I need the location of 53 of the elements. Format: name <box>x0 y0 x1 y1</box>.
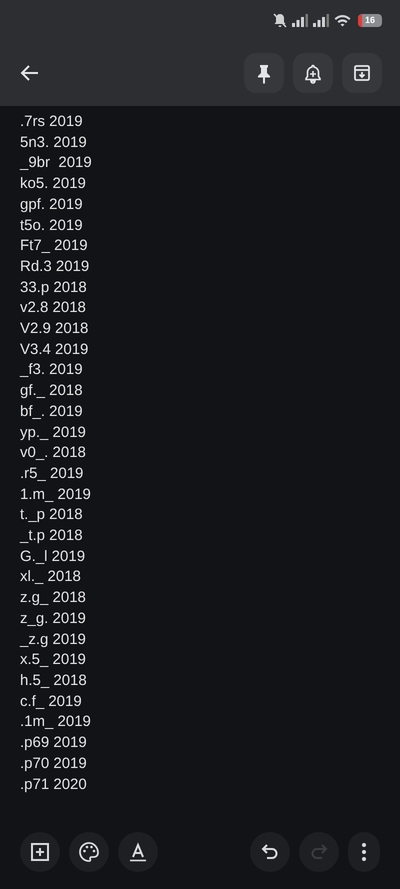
note-line: Ft7_ 2019 <box>20 236 89 256</box>
text-format-button[interactable] <box>118 832 158 872</box>
back-icon <box>20 64 40 82</box>
note-line: yp._ 2019 <box>20 422 87 443</box>
reminder-button[interactable] <box>293 53 333 93</box>
note-line: _t.p 2018 <box>20 526 84 546</box>
note-line: bf_. 2019 <box>20 402 84 422</box>
note-line: .1m_ 2019 <box>20 712 92 732</box>
note-line: t5o. 2019 <box>20 216 84 236</box>
note-line: _z.g 2019 <box>20 630 87 650</box>
signal-icon <box>313 14 329 26</box>
bell-plus-icon <box>303 62 323 84</box>
signal-icon <box>292 14 308 26</box>
note-line: .r5_ 2019 <box>20 464 84 484</box>
palette-button[interactable] <box>69 832 109 872</box>
archive-icon <box>352 62 372 84</box>
palette-icon <box>78 841 100 863</box>
undo-button[interactable] <box>250 832 290 872</box>
note-line: _9br 2019 <box>20 153 93 174</box>
note-line: h.5_ 2018 <box>20 670 88 691</box>
more-button[interactable] <box>348 832 380 872</box>
note-line: gf._ 2018 <box>20 381 84 402</box>
more-icon <box>362 843 366 861</box>
note-line: x.5_ 2019 <box>20 650 87 670</box>
note-line: .p71 2020 <box>20 774 88 794</box>
note-line: G._l 2019 <box>20 546 86 567</box>
archive-button[interactable] <box>342 53 382 93</box>
note-line: z.g_ 2018 <box>20 588 87 608</box>
note-line: ko5. 2019 <box>20 174 87 194</box>
note-line: 5n3. 2019 <box>20 132 88 153</box>
note-line: .p70 2019 <box>20 754 88 774</box>
note-line: c.f_ 2019 <box>20 692 83 712</box>
note-line: v0_. 2018 <box>20 443 87 464</box>
note-line: Rd.3 2019 <box>20 256 90 277</box>
note-line: t._p 2018 <box>20 505 84 526</box>
note-line: V3.4 2019 <box>20 340 90 360</box>
note-line: 1.m_ 2019 <box>20 484 92 505</box>
note-line: gpf. 2019 <box>20 194 84 215</box>
wifi-icon <box>334 14 351 26</box>
add-box-button[interactable] <box>20 832 60 872</box>
note-line: 33.p 2018 <box>20 278 88 298</box>
add-box-icon <box>29 841 51 863</box>
note-line: xl._ 2018 <box>20 567 82 588</box>
note-line: _f3. 2019 <box>20 360 84 380</box>
note-line: v2.8 2018 <box>20 298 87 318</box>
bell-off-icon <box>273 12 287 28</box>
note-line: z_g. 2019 <box>20 608 87 629</box>
note-line: .7rs 2019 <box>20 112 84 132</box>
battery-icon: 16 <box>358 14 382 26</box>
note-line: .p69 2019 <box>20 733 88 754</box>
note-line: V2.9 2018 <box>20 319 90 340</box>
text-format-icon <box>127 841 149 863</box>
pin-button[interactable] <box>244 53 284 93</box>
